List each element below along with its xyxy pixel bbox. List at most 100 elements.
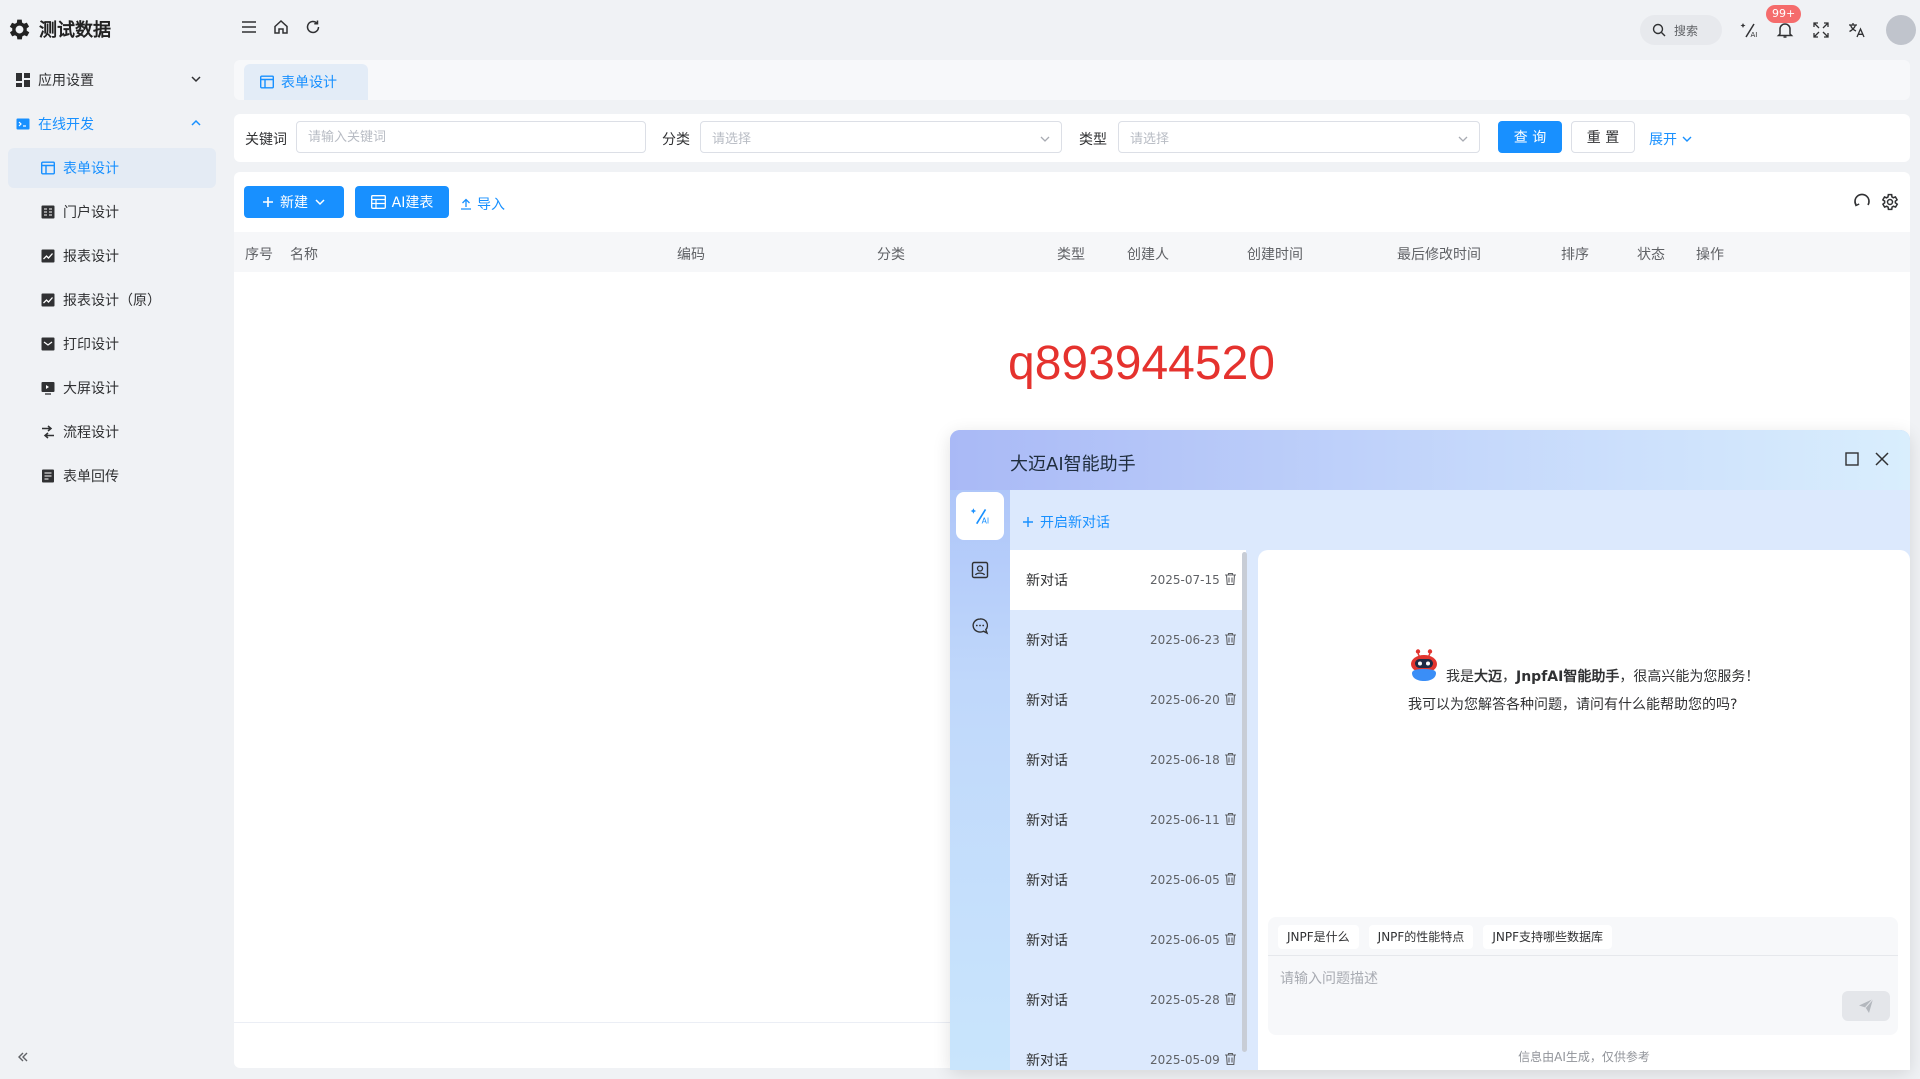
hamburger-icon <box>241 20 257 34</box>
user-avatar[interactable] <box>1886 15 1916 45</box>
sidebar-item-form-return[interactable]: 表单回传 <box>8 456 216 496</box>
plus-icon <box>262 196 274 208</box>
line-chart-icon <box>41 249 55 263</box>
chevron-down-icon <box>190 73 202 85</box>
trash-icon[interactable] <box>1224 1052 1237 1066</box>
gear-logo-icon <box>6 16 33 43</box>
menu-group-app-settings[interactable]: 应用设置 <box>0 60 222 100</box>
expand-button[interactable]: 展开 <box>1649 129 1693 149</box>
upload-icon <box>460 198 472 210</box>
maximize-icon <box>1844 451 1860 467</box>
suggestion-chip[interactable]: JNPF支持哪些数据库 <box>1483 925 1612 949</box>
menu-toggle-button[interactable] <box>240 18 258 36</box>
ai-create-table-button[interactable]: AI建表 <box>355 186 449 218</box>
ai-sparkle-icon: AI <box>969 505 991 527</box>
conversation-date: 2025-06-11 <box>1150 813 1220 827</box>
conversation-item[interactable]: 新对话 2025-06-23 <box>1010 610 1246 670</box>
language-button[interactable] <box>1846 19 1868 41</box>
trash-icon[interactable] <box>1224 812 1237 826</box>
type-label: 类型 <box>1079 132 1107 148</box>
trash-icon[interactable] <box>1224 992 1237 1006</box>
sidebar-item-report-design-legacy[interactable]: 报表设计（原） <box>8 280 216 320</box>
suggestion-chip[interactable]: JNPF的性能特点 <box>1368 925 1474 949</box>
ai-assistant-panel: 大迈AI智能助手 AI 开启新对话 新对话 2025-07-15 新对话 202… <box>950 430 1910 1070</box>
conversation-item[interactable]: 新对话 2025-06-11 <box>1010 790 1246 850</box>
suggestion-chip[interactable]: JNPF是什么 <box>1278 925 1359 949</box>
conversation-item[interactable]: 新对话 2025-05-28 <box>1010 970 1246 1030</box>
rail-messages-button[interactable] <box>956 602 1004 650</box>
column-header: 最后修改时间 <box>1397 247 1481 263</box>
conversation-item[interactable]: 新对话 2025-06-20 <box>1010 670 1246 730</box>
refresh-button[interactable] <box>304 18 322 36</box>
query-button[interactable]: 查 询 <box>1498 121 1562 153</box>
document-icon <box>41 469 55 483</box>
trash-icon[interactable] <box>1224 932 1237 946</box>
chevron-down-icon <box>1039 133 1051 145</box>
rail-contacts-button[interactable] <box>956 546 1004 594</box>
new-button[interactable]: 新建 <box>244 186 344 218</box>
chat-pane: 我是大迈，JnpfAI智能助手，很高兴能为您服务！ 我可以为您解答各种问题，请问… <box>1258 550 1910 1070</box>
rail-ai-chat-button[interactable]: AI <box>956 492 1004 540</box>
suggestion-chips: JNPF是什么 JNPF的性能特点 JNPF支持哪些数据库 <box>1278 925 1612 949</box>
type-select[interactable]: 请选择 <box>1118 121 1480 153</box>
new-chat-button[interactable]: 开启新对话 <box>1022 512 1110 532</box>
search-label: 搜索 <box>1674 23 1699 38</box>
conversation-item[interactable]: 新对话 2025-06-05 <box>1010 910 1246 970</box>
send-button[interactable] <box>1842 991 1890 1021</box>
import-button[interactable]: 导入 <box>460 194 505 214</box>
conversation-list-scrollbar[interactable] <box>1242 552 1247 1052</box>
trash-icon[interactable] <box>1224 872 1237 886</box>
collapse-sidebar-button[interactable] <box>16 1050 30 1064</box>
trash-icon[interactable] <box>1224 572 1237 586</box>
ai-workspace: 开启新对话 新对话 2025-07-15 新对话 2025-06-23 新对话 … <box>1010 490 1910 1070</box>
global-search-button[interactable]: 搜索 <box>1640 15 1722 45</box>
sidebar-item-portal-design[interactable]: 门户设计 <box>8 192 216 232</box>
ai-table-label: AI建表 <box>391 195 434 211</box>
chevron-down-icon <box>1457 133 1469 145</box>
column-settings-button[interactable] <box>1880 192 1900 212</box>
home-button[interactable] <box>272 18 290 36</box>
column-header: 类型 <box>1057 247 1085 263</box>
trash-icon[interactable] <box>1224 632 1237 646</box>
menu-group-label: 应用设置 <box>38 73 94 89</box>
notifications-button[interactable]: 99+ <box>1766 5 1802 41</box>
conversation-date: 2025-06-23 <box>1150 633 1220 647</box>
conversation-item[interactable]: 新对话 2025-05-09 <box>1010 1030 1246 1070</box>
menu-group-label: 在线开发 <box>38 117 94 133</box>
conversation-item[interactable]: 新对话 2025-06-18 <box>1010 730 1246 790</box>
trash-icon[interactable] <box>1224 752 1237 766</box>
refresh-table-button[interactable] <box>1852 192 1872 212</box>
ai-panel-title: 大迈AI智能助手 <box>1010 454 1136 475</box>
type-placeholder: 请选择 <box>1130 131 1170 147</box>
menu-group-online-dev[interactable]: 在线开发 <box>0 104 222 144</box>
ai-assistant-button[interactable]: AI <box>1738 19 1760 41</box>
ai-disclaimer: 信息由AI生成，仅供参考 <box>1518 1050 1650 1064</box>
conversation-date: 2025-05-09 <box>1150 1053 1220 1067</box>
question-input[interactable] <box>1280 961 1800 997</box>
fullscreen-button[interactable] <box>1810 19 1832 41</box>
tab-form-design[interactable]: 表单设计 <box>244 64 368 100</box>
search-icon <box>1652 23 1666 37</box>
conversation-item[interactable]: 新对话 2025-07-15 <box>1010 550 1246 610</box>
refresh-icon <box>1852 192 1872 212</box>
form-icon <box>41 161 55 175</box>
brand[interactable]: 测试数据 <box>6 14 111 44</box>
sidebar-item-big-screen-design[interactable]: 大屏设计 <box>8 368 216 408</box>
sidebar-item-label: 门户设计 <box>63 205 119 221</box>
maximize-button[interactable] <box>1844 451 1860 467</box>
sidebar-item-form-design[interactable]: 表单设计 <box>8 148 216 188</box>
plus-icon <box>1022 516 1034 528</box>
category-select[interactable]: 请选择 <box>700 121 1062 153</box>
reset-label: 重 置 <box>1586 130 1620 146</box>
keyword-input[interactable] <box>296 121 646 153</box>
conversation-title: 新对话 <box>1026 873 1068 889</box>
conversation-item[interactable]: 新对话 2025-06-05 <box>1010 850 1246 910</box>
sidebar-item-print-design[interactable]: 打印设计 <box>8 324 216 364</box>
reset-button[interactable]: 重 置 <box>1571 121 1635 153</box>
close-button[interactable] <box>1874 451 1890 467</box>
chevron-down-icon <box>1681 133 1693 145</box>
sidebar-item-flow-design[interactable]: 流程设计 <box>8 412 216 452</box>
robot-avatar-icon <box>1408 648 1440 682</box>
trash-icon[interactable] <box>1224 692 1237 706</box>
sidebar-item-report-design[interactable]: 报表设计 <box>8 236 216 276</box>
